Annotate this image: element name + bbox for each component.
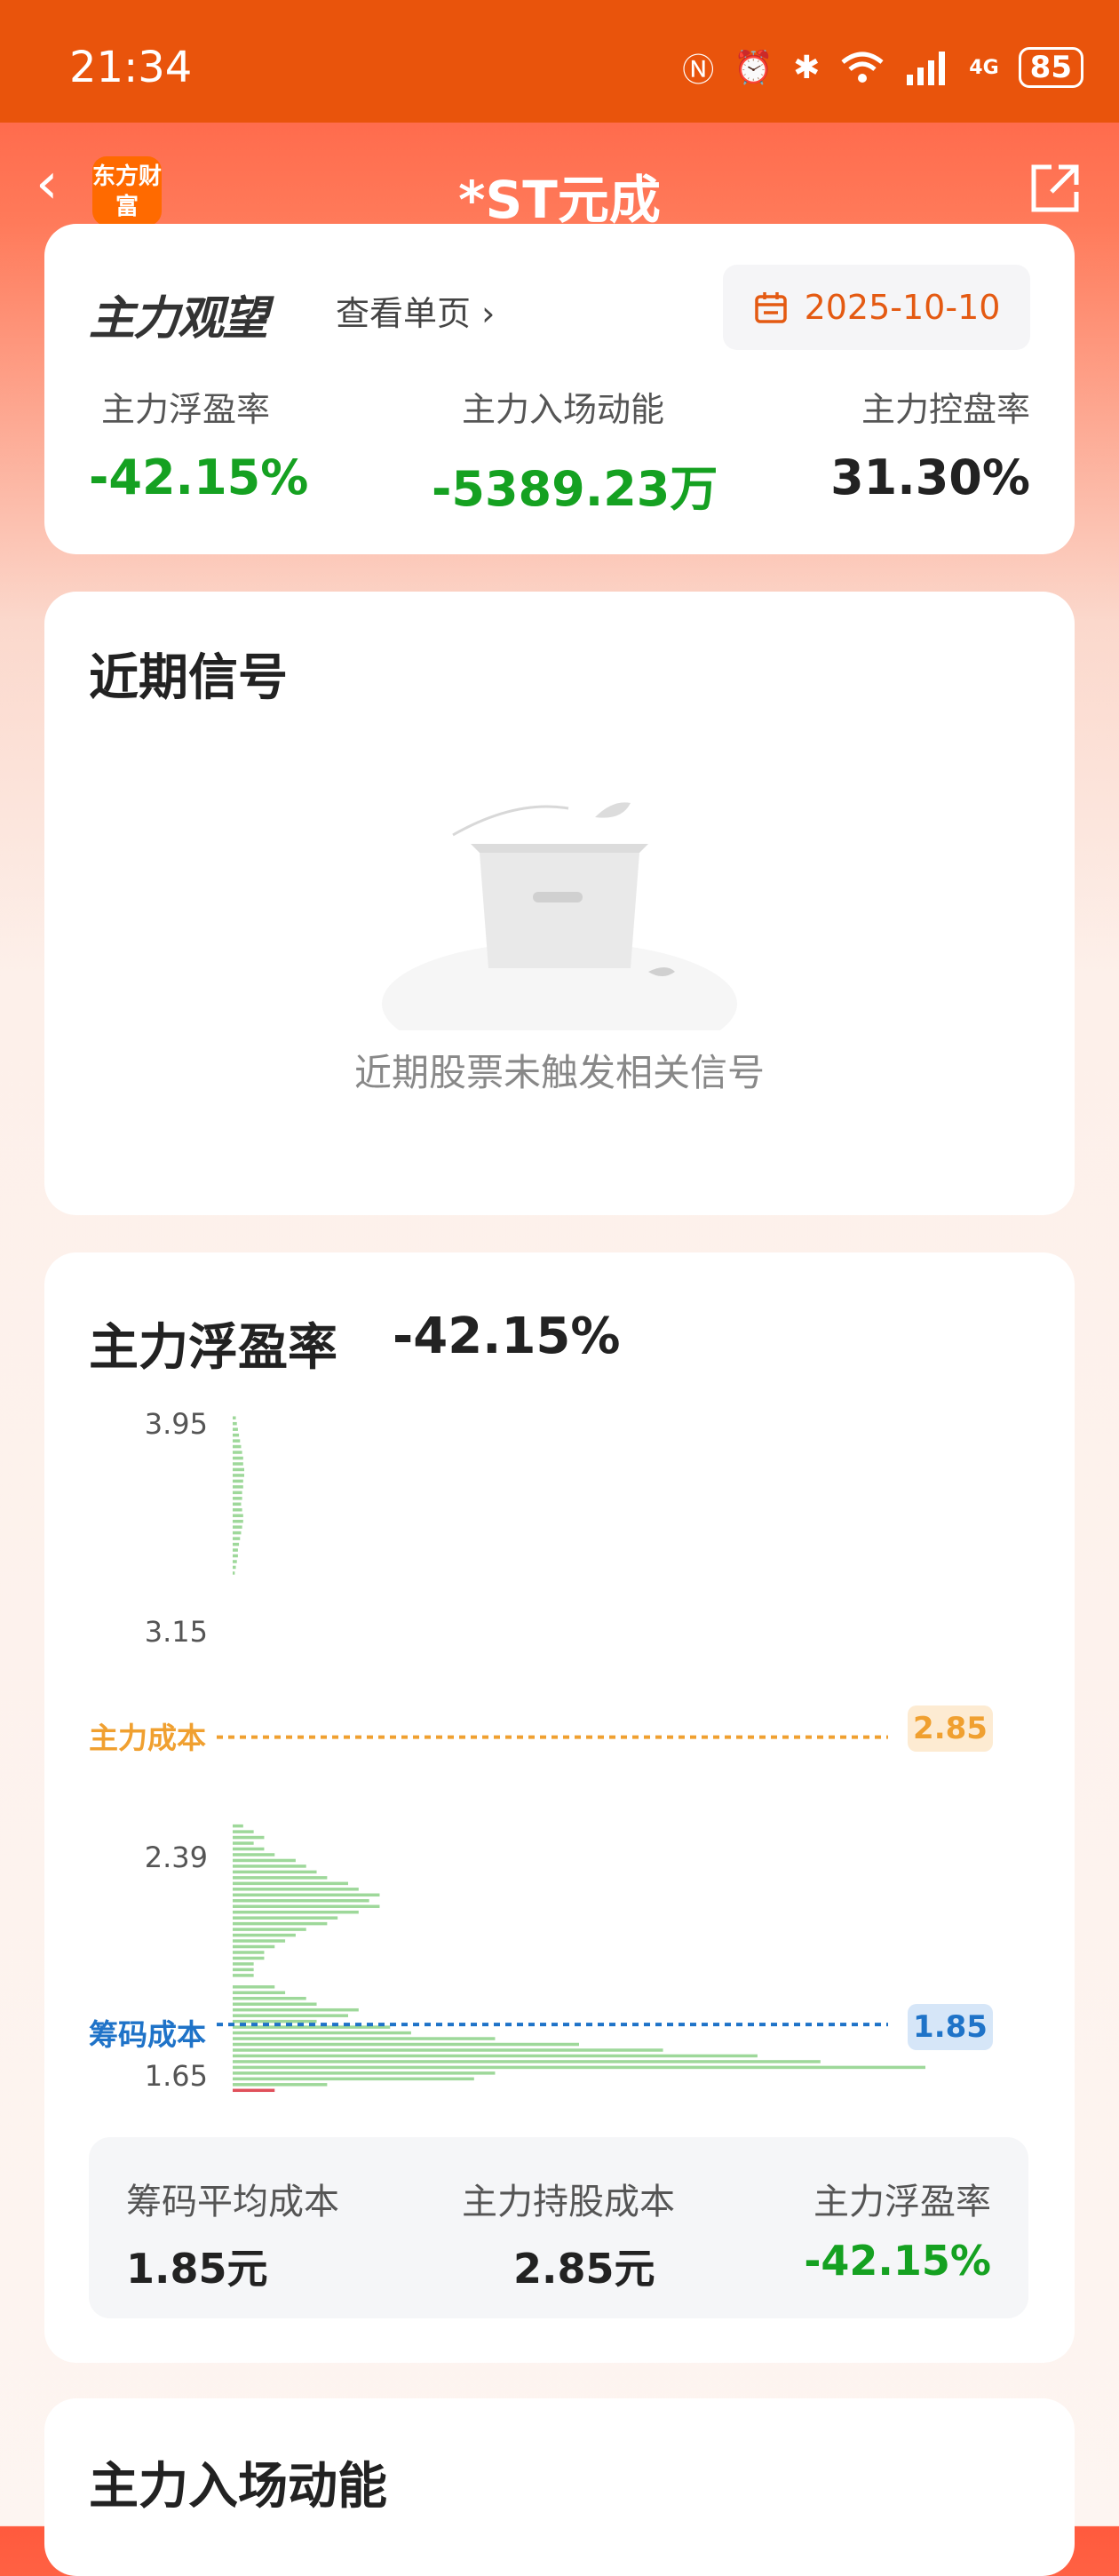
chip-bar (233, 2060, 821, 2063)
chip-bar (233, 1416, 236, 1419)
chip-bar (233, 1548, 238, 1552)
chip-bar (233, 1928, 306, 1931)
chip-bar (233, 1433, 240, 1437)
summary-label-2: 主力持股成本 (462, 2182, 675, 2222)
chip-bar (233, 1939, 286, 1943)
chip-bar (233, 1841, 254, 1845)
chip-cost-label: 筹码成本 (89, 2017, 206, 2052)
chip-bar (233, 1893, 380, 1897)
summary-value-3: -42.15% (804, 2237, 991, 2285)
chip-bar (233, 1916, 338, 1920)
chip-bar (233, 2065, 925, 2070)
chip-bar (233, 1444, 242, 1449)
chip-bar (233, 1830, 254, 1833)
chip-bar (233, 1571, 235, 1575)
chip-bar (233, 1502, 242, 1507)
chip-bar (233, 1921, 328, 1926)
chip-bar (233, 1467, 244, 1472)
chip-bar (233, 1974, 254, 1977)
chip-bar (233, 1835, 265, 1840)
chip-bar (233, 1530, 242, 1535)
chip-bar (233, 1904, 380, 1908)
chip-bar (233, 1951, 265, 1954)
chip-bar (233, 1847, 265, 1851)
chip-bar (233, 2088, 275, 2093)
chip-bar (233, 1956, 265, 1960)
chip-cost-badge: 1.85 (908, 2004, 993, 2050)
chip-bar (233, 2014, 348, 2017)
chip-bar (233, 1554, 238, 1558)
chip-bar (233, 2042, 579, 2047)
chip-bar (233, 1474, 244, 1477)
chip-bar (233, 1537, 241, 1540)
chip-bar (233, 1968, 254, 1972)
main-cost-badge: 2.85 (908, 1705, 993, 1752)
inflow-title: 主力入场动能 (89, 2458, 387, 2516)
chip-bar (233, 1462, 243, 1466)
chip-bar (233, 2071, 496, 2075)
chip-bar (233, 1899, 369, 1903)
inflow-card: 主力入场动能 (44, 2398, 1075, 2576)
chip-bar (233, 1479, 243, 1483)
chip-bar (233, 1881, 348, 1886)
chip-bar (233, 1888, 359, 1891)
summary-value-2: 2.85元 (513, 2245, 655, 2293)
chip-bar (233, 2008, 359, 2012)
chip-bar (233, 2054, 758, 2058)
cost-summary: 筹码平均成本 主力持股成本 主力浮盈率 1.85元 2.85元 -42.15% (89, 2137, 1028, 2318)
chip-bar (233, 2002, 317, 2006)
chip-bar (233, 1485, 243, 1489)
chip-bar (233, 2048, 663, 2052)
chip-bar (233, 1519, 243, 1523)
chip-bar (233, 1427, 238, 1431)
chip-bar (233, 1853, 275, 1856)
chip-bar (233, 1985, 275, 1989)
chip-bar (233, 1933, 296, 1937)
chip-bar (233, 1542, 240, 1546)
chip-bar (233, 1870, 317, 1874)
chip-bar (233, 1560, 237, 1563)
chip-bar (233, 1565, 236, 1570)
chip-bar (233, 1991, 286, 1995)
chip-bar (233, 1962, 254, 1966)
chip-bar (233, 2019, 317, 2023)
chip-bar (233, 1944, 275, 1949)
summary-value-1: 1.85元 (126, 2245, 268, 2293)
chip-bar (233, 1514, 243, 1517)
chip-bar (233, 2031, 411, 2035)
chip-bar (233, 1451, 242, 1454)
chip-bar (233, 2083, 328, 2087)
main-cost-label: 主力成本 (89, 1721, 206, 1755)
chip-bar (233, 1497, 242, 1500)
chip-bar (233, 1824, 243, 1828)
chip-bar (233, 1858, 296, 1863)
chip-bar (233, 1864, 306, 1868)
chip-bar (233, 2077, 474, 2081)
chip-bar (233, 1456, 243, 1460)
summary-label-3: 主力浮盈率 (813, 2182, 991, 2222)
summary-label-1: 筹码平均成本 (126, 2182, 339, 2222)
chip-bar (233, 1876, 328, 1880)
chip-bar (233, 1525, 242, 1529)
chip-bar (233, 1421, 237, 1426)
chip-bar (233, 2037, 496, 2040)
chip-bar (233, 1491, 242, 1495)
chip-bar (233, 1997, 306, 2000)
chip-bar (233, 1439, 241, 1443)
chip-bar (233, 1508, 242, 1512)
chip-bar (233, 1910, 359, 1914)
